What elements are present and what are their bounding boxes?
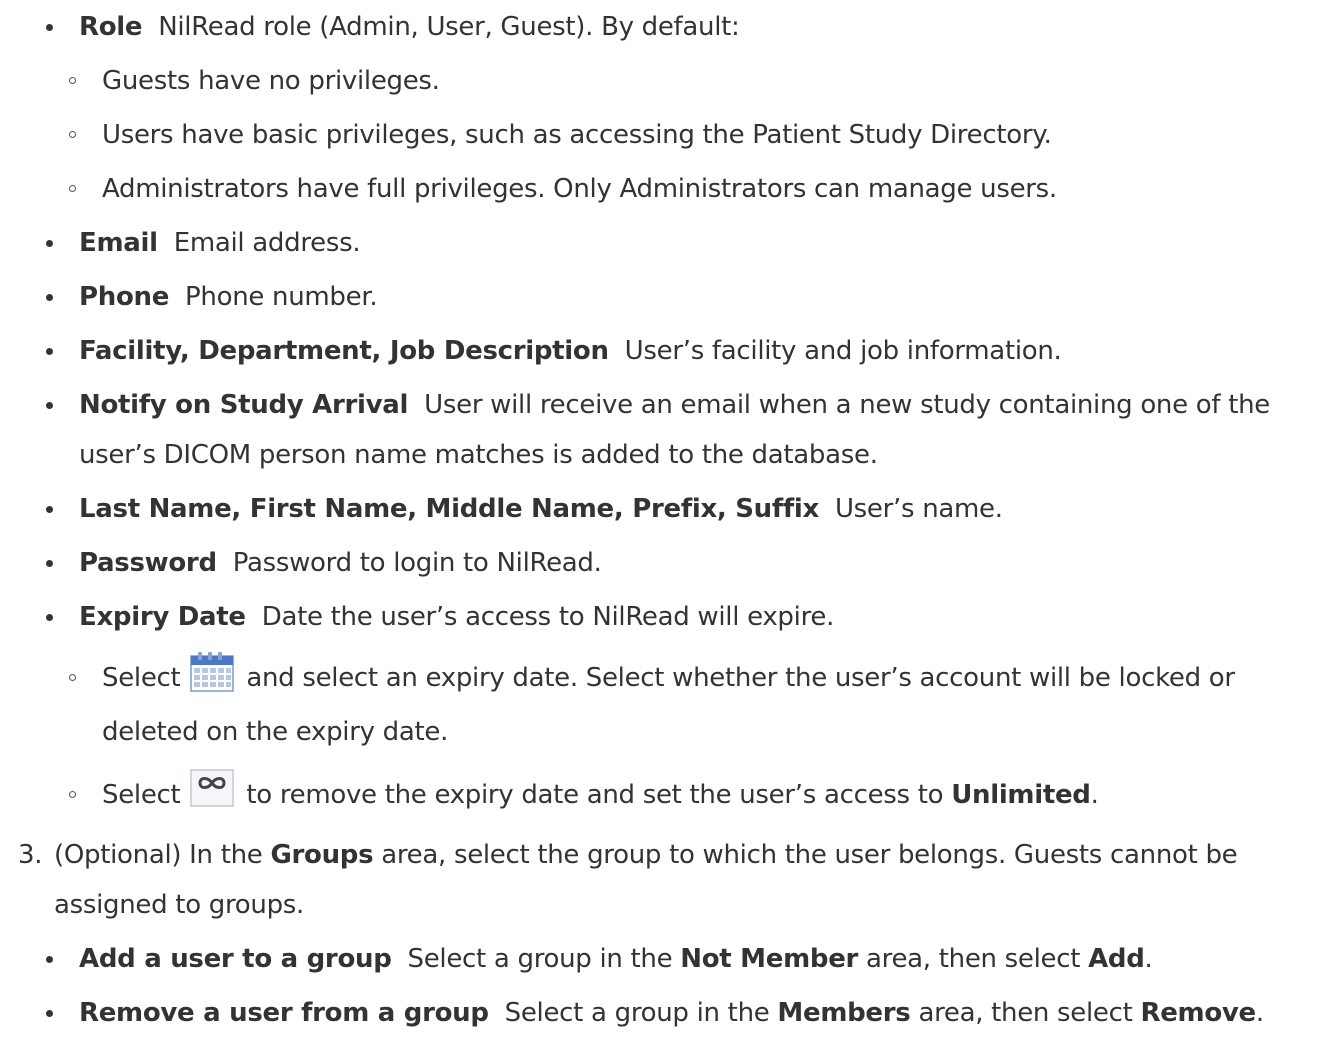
list-subitem-expiry-unlimited: Select to remove the expiry date and set…: [0, 768, 1325, 822]
bullet-disc-icon: [46, 1010, 53, 1017]
list-subitem-users: Users have basic privileges, such as acc…: [0, 108, 1325, 162]
step-number: 3.: [18, 840, 43, 870]
step-3-continuation: assigned to groups.: [0, 878, 1325, 932]
add-bold-not-member: Not Member: [680, 944, 859, 974]
add-end: .: [1144, 944, 1153, 974]
list-item-remove-from-group: Remove a user from a group Select a grou…: [0, 986, 1325, 1040]
desc-email: Email address.: [173, 228, 361, 258]
bullet-disc-icon: [46, 240, 53, 247]
bullet-circle-icon: [69, 674, 76, 681]
list-item-notify: Notify on Study Arrival User will receiv…: [0, 378, 1325, 432]
bullet-disc-icon: [46, 348, 53, 355]
expiry-unlimited-pre: Select: [102, 780, 181, 810]
list-item-expiry: Expiry Date Date the user’s access to Ni…: [0, 590, 1325, 644]
term-phone: Phone: [79, 282, 170, 312]
bullet-disc-icon: [46, 506, 53, 513]
infinity-icon[interactable]: [190, 769, 235, 807]
bullet-disc-icon: [46, 560, 53, 567]
desc-facility: User’s facility and job information.: [624, 336, 1062, 366]
term-role: Role: [79, 12, 143, 42]
step3-pre: (Optional) In the: [54, 840, 263, 870]
term-remove-from-group: Remove a user from a group: [79, 998, 489, 1028]
list-item-password: Password Password to login to NilRead.: [0, 536, 1325, 590]
bullet-disc-icon: [46, 402, 53, 409]
term-email: Email: [79, 228, 158, 258]
expiry-unlimited-post: to remove the expiry date and set the us…: [246, 780, 944, 810]
desc-password: Password to login to NilRead.: [232, 548, 602, 578]
term-facility: Facility, Department, Job Description: [79, 336, 609, 366]
term-expiry: Expiry Date: [79, 602, 246, 632]
list-subitem-administrators: Administrators have full privileges. Onl…: [0, 162, 1325, 216]
expiry-calendar-line2: deleted on the expiry date.: [102, 717, 449, 747]
list-item-name: Last Name, First Name, Middle Name, Pref…: [0, 482, 1325, 536]
expiry-calendar-pre: Select: [102, 663, 181, 693]
bullet-circle-icon: [69, 185, 76, 192]
list-item-phone: Phone Phone number.: [0, 270, 1325, 324]
bullet-disc-icon: [46, 24, 53, 31]
desc-role: NilRead role (Admin, User, Guest). By de…: [158, 12, 740, 42]
remove-bold-members: Members: [777, 998, 911, 1028]
desc-notify-line2: user’s DICOM person name matches is adde…: [79, 440, 878, 470]
term-notify: Notify on Study Arrival: [79, 390, 409, 420]
list-item-email: Email Email address.: [0, 216, 1325, 270]
desc-expiry: Date the user’s access to NilRead will e…: [261, 602, 835, 632]
bullet-disc-icon: [46, 956, 53, 963]
list-subitem-expiry-calendar: Select and select an expiry date. Select…: [0, 651, 1325, 705]
add-bold-add: Add: [1088, 944, 1145, 974]
bullet-disc-icon: [46, 614, 53, 621]
term-add-to-group: Add a user to a group: [79, 944, 392, 974]
term-password: Password: [79, 548, 217, 578]
expiry-unlimited-end: .: [1090, 780, 1099, 810]
list-item-add-to-group: Add a user to a group Select a group in …: [0, 932, 1325, 986]
expiry-calendar-post: and select an expiry date. Select whethe…: [246, 663, 1235, 693]
desc-name: User’s name.: [834, 494, 1003, 524]
calendar-icon[interactable]: [190, 652, 235, 692]
list-item-role: Role NilRead role (Admin, User, Guest). …: [0, 0, 1325, 54]
step3-line2: assigned to groups.: [54, 890, 304, 920]
bullet-disc-icon: [46, 294, 53, 301]
desc-administrators: Administrators have full privileges. Onl…: [102, 174, 1057, 204]
bullet-circle-icon: [69, 131, 76, 138]
list-item-facility: Facility, Department, Job Description Us…: [0, 324, 1325, 378]
list-subitem-expiry-calendar-continuation: deleted on the expiry date.: [0, 705, 1325, 759]
desc-notify-line1: User will receive an email when a new st…: [424, 390, 1270, 420]
document-page: Role NilRead role (Admin, User, Guest). …: [0, 0, 1325, 1028]
remove-mid: area, then select: [918, 998, 1133, 1028]
add-mid: area, then select: [866, 944, 1081, 974]
desc-phone: Phone number.: [185, 282, 378, 312]
desc-guests: Guests have no privileges.: [102, 66, 440, 96]
remove-pre: Select a group in the: [504, 998, 770, 1028]
bullet-circle-icon: [69, 77, 76, 84]
desc-users: Users have basic privileges, such as acc…: [102, 120, 1052, 150]
expiry-unlimited-bold: Unlimited: [951, 780, 1091, 810]
add-pre: Select a group in the: [407, 944, 673, 974]
step3-bold: Groups: [270, 840, 374, 870]
step-3: 3. (Optional) In the Groups area, select…: [0, 828, 1325, 882]
list-item-notify-continuation: user’s DICOM person name matches is adde…: [0, 428, 1325, 482]
remove-end: .: [1255, 998, 1264, 1028]
term-name: Last Name, First Name, Middle Name, Pref…: [79, 494, 819, 524]
list-subitem-guests: Guests have no privileges.: [0, 54, 1325, 108]
remove-bold-remove: Remove: [1140, 998, 1256, 1028]
bullet-circle-icon: [69, 791, 76, 798]
step3-post: area, select the group to which the user…: [381, 840, 1238, 870]
